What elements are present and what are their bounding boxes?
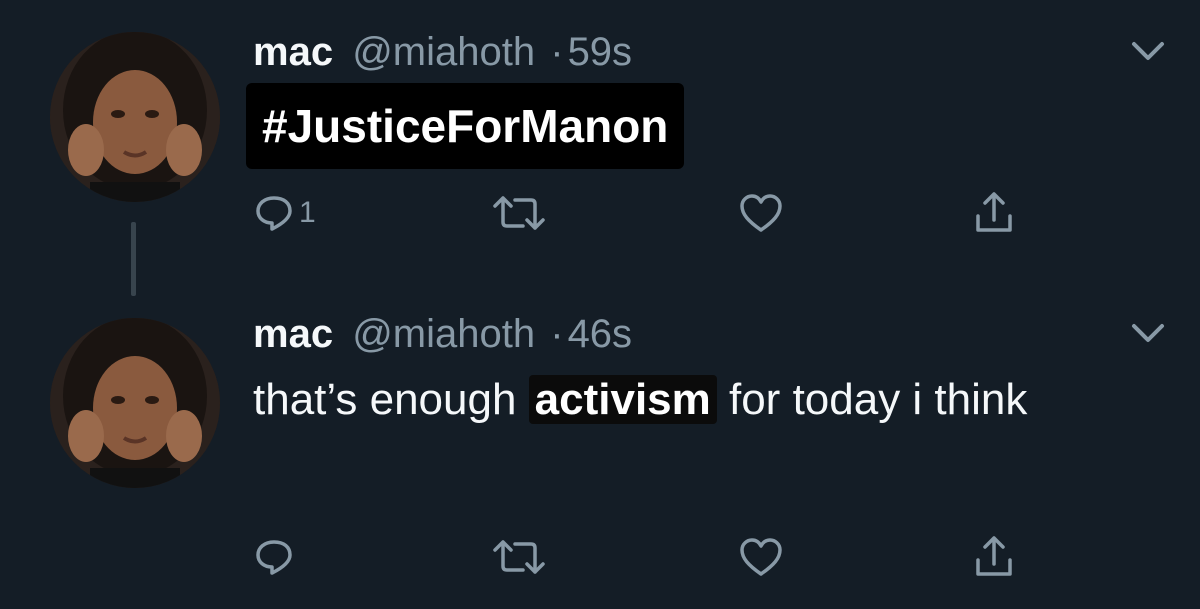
reply-icon (253, 192, 295, 234)
separator-dot: · (550, 312, 564, 356)
reply-button[interactable] (253, 532, 295, 582)
author-handle[interactable]: @miahoth (352, 30, 535, 74)
retweet-icon (491, 536, 547, 578)
reply-count: 1 (299, 196, 316, 229)
highlighted-word: activism (528, 375, 717, 424)
heart-icon (738, 192, 784, 234)
share-button[interactable] (973, 532, 1015, 582)
share-button[interactable] (973, 188, 1015, 238)
reply-icon (253, 536, 295, 578)
tweet-header: mac @miahoth · 59s (253, 28, 632, 76)
hashtag-link[interactable]: #JusticeForManon (246, 83, 685, 169)
avatar[interactable] (50, 318, 220, 488)
timestamp[interactable]: 46s (568, 312, 633, 356)
reply-button[interactable]: 1 (253, 188, 316, 238)
retweet-icon (491, 192, 547, 234)
retweet-button[interactable] (491, 532, 547, 582)
tweet-actions: 1 (253, 188, 1053, 238)
thread-line (131, 222, 136, 296)
tweet-text: that’s enough activism for today i think (253, 366, 1093, 434)
heart-icon (738, 536, 784, 578)
chevron-down-icon[interactable] (1128, 36, 1168, 66)
like-button[interactable] (738, 188, 784, 238)
tweet-text-end: for today i think (716, 375, 1028, 424)
tweet[interactable]: mac @miahoth · 59s #JusticeForManon 1 (0, 0, 1200, 296)
author-name[interactable]: mac (253, 30, 333, 74)
author-handle[interactable]: @miahoth (352, 312, 535, 356)
tweet[interactable]: mac @miahoth · 46s that’s enough activism… (0, 300, 1200, 609)
timestamp[interactable]: 59s (568, 30, 633, 74)
share-icon (973, 190, 1015, 236)
chevron-down-icon[interactable] (1128, 318, 1168, 348)
like-button[interactable] (738, 532, 784, 582)
separator-dot: · (550, 30, 564, 74)
tweet-actions (253, 532, 1053, 582)
avatar[interactable] (50, 32, 220, 202)
retweet-button[interactable] (491, 188, 547, 238)
tweet-header: mac @miahoth · 46s (253, 310, 632, 358)
share-icon (973, 534, 1015, 580)
author-name[interactable]: mac (253, 312, 333, 356)
tweet-text-start: that’s enough (253, 375, 529, 424)
